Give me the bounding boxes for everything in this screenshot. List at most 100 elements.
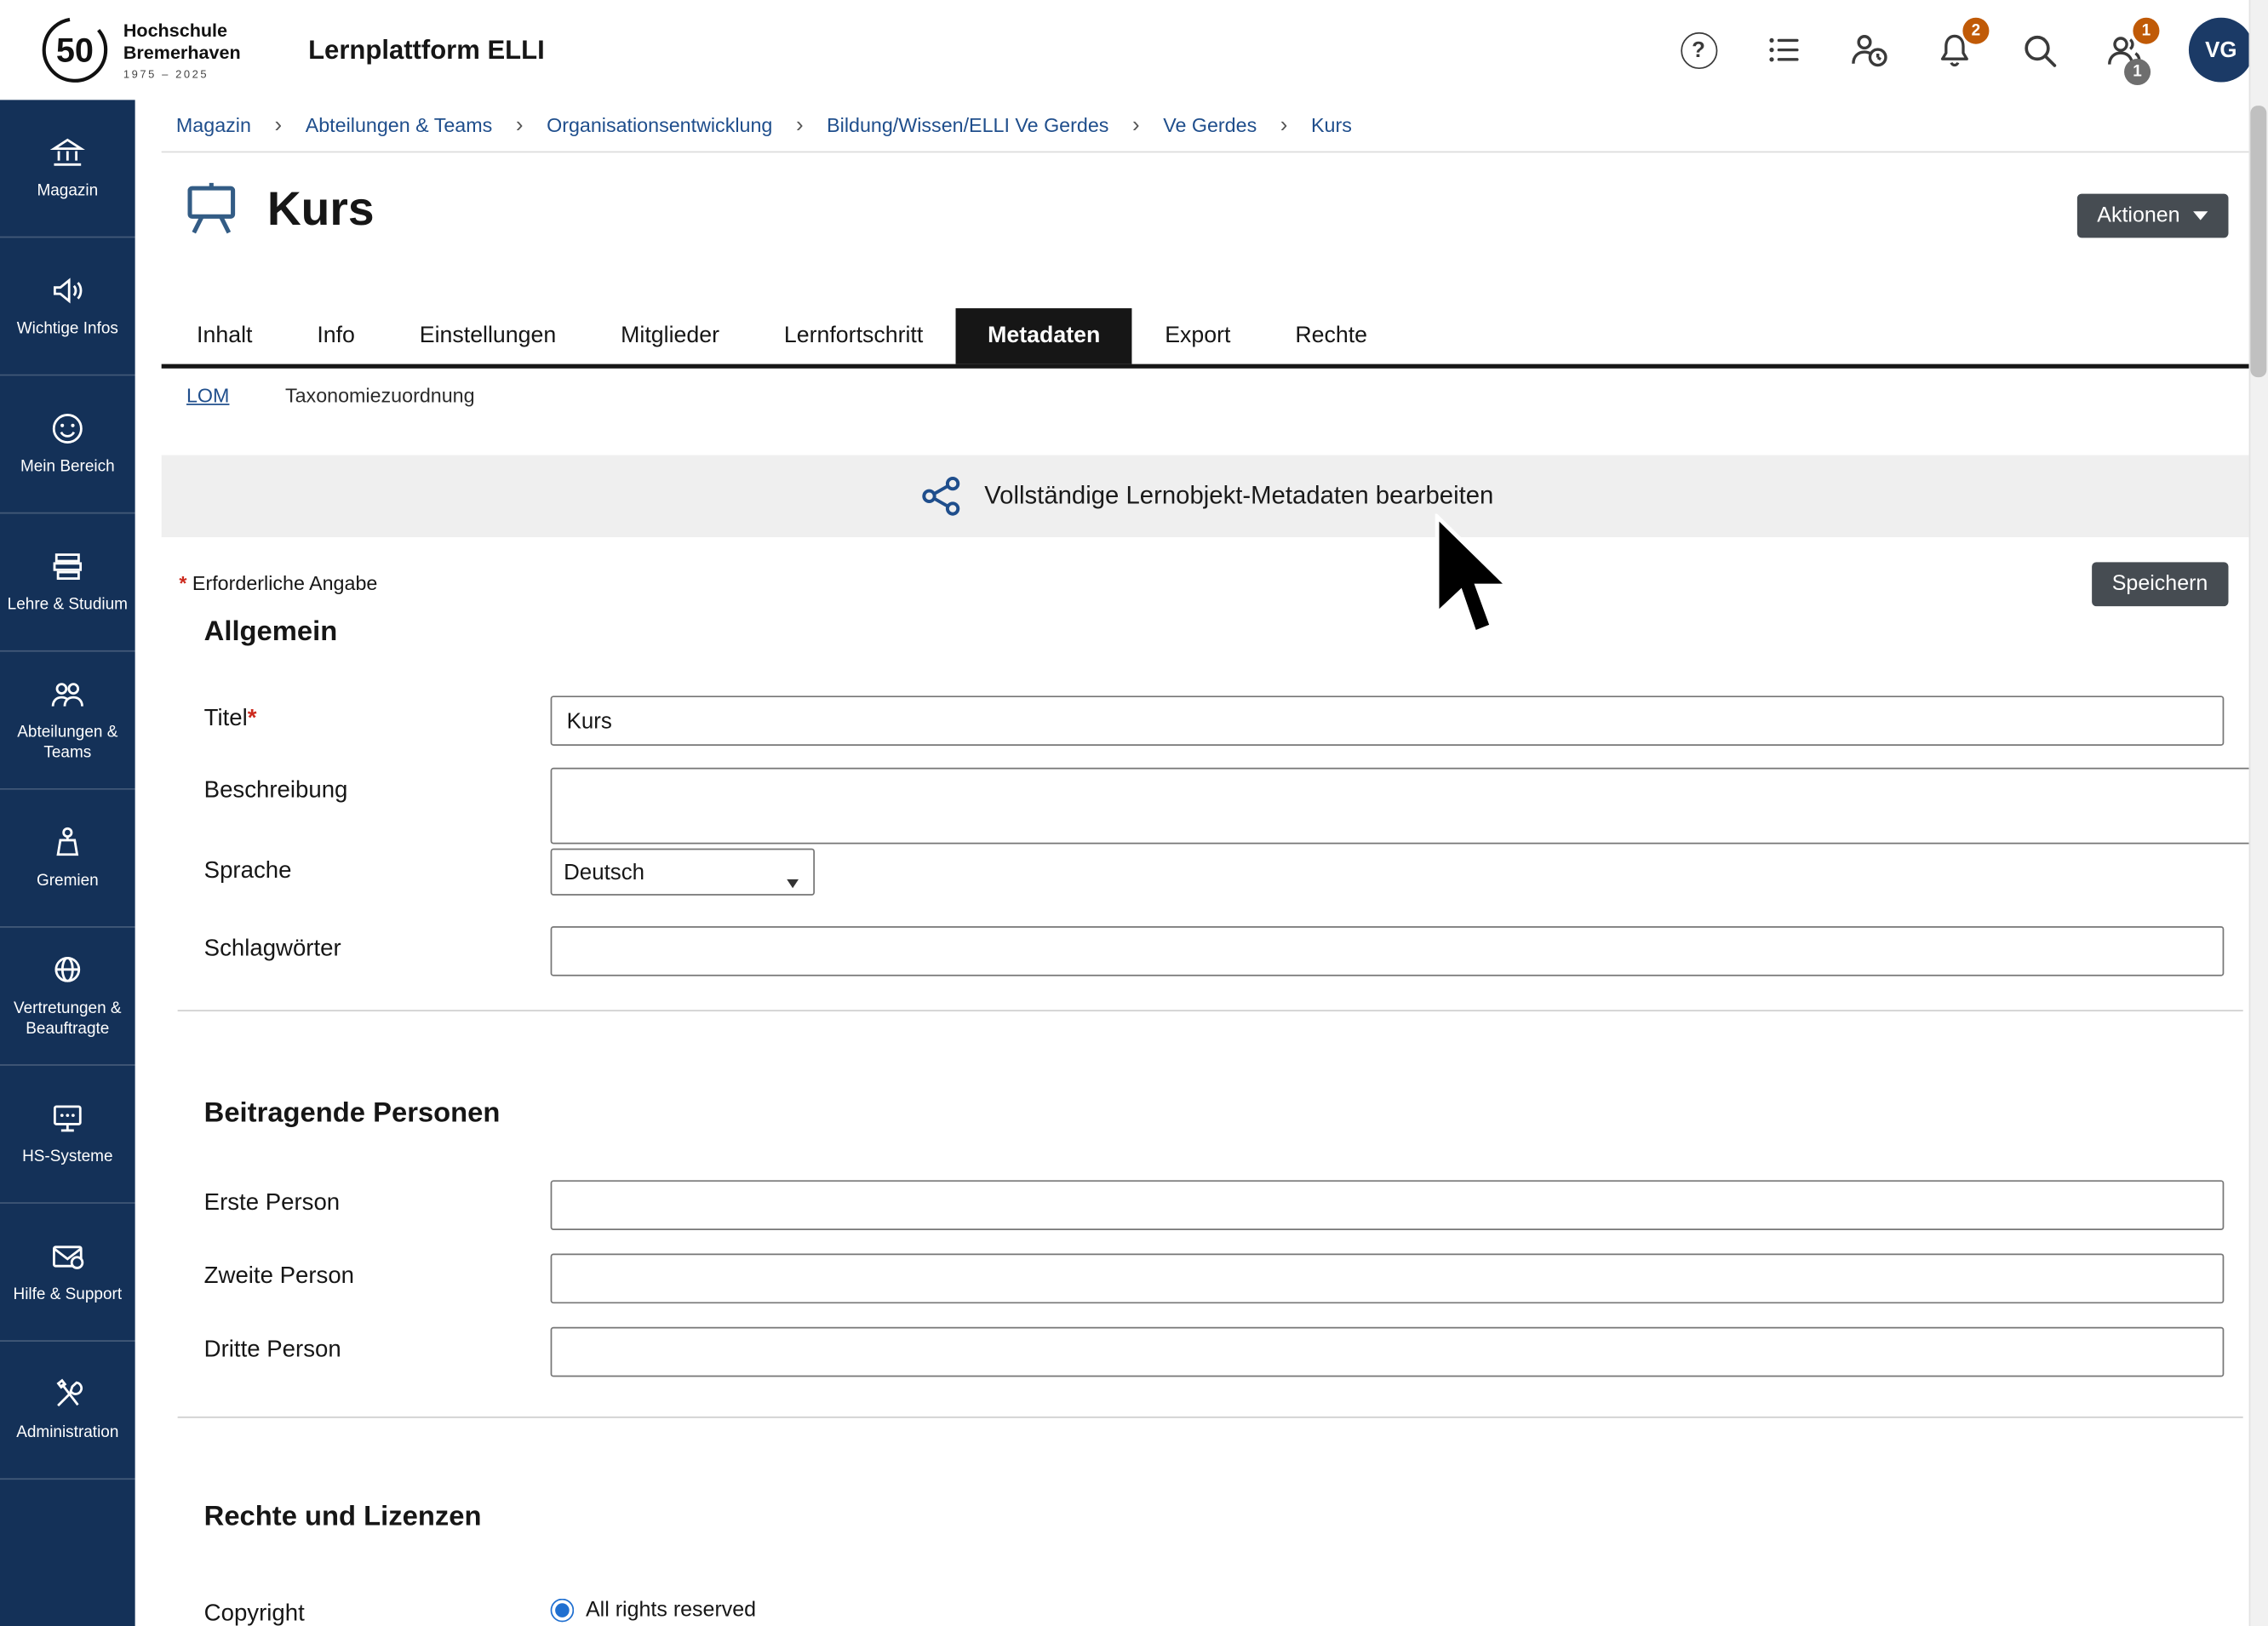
sidebar-item-hs-systeme[interactable]: HS-Systeme — [0, 1066, 135, 1204]
copyright-option: All rights reserved — [551, 1591, 2225, 1622]
sidebar-item-lehre-studium[interactable]: Lehre & Studium — [0, 514, 135, 652]
dritte-person-input[interactable] — [551, 1327, 2225, 1377]
tab-inhalt[interactable]: Inhalt — [164, 308, 284, 364]
lectern-icon — [49, 824, 87, 862]
required-note-text: Erforderliche Angabe — [192, 572, 377, 594]
people-group-icon — [49, 676, 87, 714]
breadcrumb: Magazin › Abteilungen & Teams › Organisa… — [162, 100, 2249, 152]
sidebar-item-gremien[interactable]: Gremien — [0, 790, 135, 928]
sidebar-label: Hilfe & Support — [9, 1286, 126, 1307]
tab-metadaten[interactable]: Metadaten — [955, 308, 1132, 364]
chevron-right-icon: › — [796, 113, 804, 138]
sidebar-label: Vertretungen & Beauftragte — [0, 1000, 135, 1040]
notifications-bell-icon[interactable]: 2 — [1933, 29, 1974, 70]
save-button[interactable]: Speichern — [2092, 562, 2229, 606]
chevron-right-icon: › — [1132, 113, 1140, 138]
sidebar-item-hilfe-support[interactable]: Hilfe & Support — [0, 1204, 135, 1342]
tab-rechte[interactable]: Rechte — [1263, 308, 1400, 364]
page-title: Kurs — [267, 181, 375, 236]
tab-mitglieder[interactable]: Mitglieder — [588, 308, 752, 364]
tab-lernfortschritt[interactable]: Lernfortschritt — [752, 308, 955, 364]
section-divider — [178, 1010, 2243, 1011]
beschreibung-label: Beschreibung — [204, 778, 348, 804]
scrollbar-track[interactable] — [2249, 0, 2268, 1626]
help-icon[interactable]: ? — [1678, 29, 1719, 70]
contacts-badge: 1 — [2133, 18, 2159, 44]
sidebar-label: Gremien — [32, 872, 103, 892]
subtab-lom[interactable]: LOM — [186, 385, 229, 407]
sidebar-label: HS-Systeme — [18, 1148, 117, 1169]
search-icon[interactable] — [2019, 29, 2059, 70]
chevron-down-icon — [2193, 211, 2208, 220]
top-bar: 50 Hochschule Bremerhaven 1975 – 2025 Le… — [0, 0, 2268, 100]
sidebar-item-magazin[interactable]: Magazin — [0, 100, 135, 238]
zweite-person-label: Zweite Person — [204, 1264, 354, 1291]
sidebar-item-vertretungen-beauftragte[interactable]: Vertretungen & Beauftragte — [0, 928, 135, 1066]
schlagwoerter-label: Schlagwörter — [204, 936, 341, 963]
form-row-beschreibung: Beschreibung — [204, 768, 2225, 851]
breadcrumb-item[interactable]: Ve Gerdes — [1163, 114, 1257, 136]
sidebar-label: Mein Bereich — [16, 458, 119, 478]
mail-help-icon — [49, 1238, 87, 1276]
logo-50-icon: 50 — [38, 14, 112, 85]
tab-info[interactable]: Info — [284, 308, 387, 364]
erste-person-input[interactable] — [551, 1180, 2225, 1230]
zweite-person-input[interactable] — [551, 1254, 2225, 1304]
sidebar-item-administration[interactable]: Administration — [0, 1342, 135, 1480]
dritte-person-label: Dritte Person — [204, 1337, 341, 1364]
main-content: Magazin › Abteilungen & Teams › Organisa… — [135, 100, 2249, 1626]
sidebar-item-mein-bereich[interactable]: Mein Bereich — [0, 375, 135, 513]
actions-button[interactable]: Aktionen — [2076, 194, 2228, 238]
sidebar-item-wichtige-infos[interactable]: Wichtige Infos — [0, 238, 135, 375]
section-heading-beitragende: Beitragende Personen — [204, 1098, 501, 1131]
megaphone-icon — [49, 272, 87, 310]
topbar-icons: ? — [1678, 0, 2254, 100]
actions-button-label: Aktionen — [2097, 204, 2179, 228]
section-heading-allgemein: Allgemein — [204, 616, 338, 649]
university-logo: 50 Hochschule Bremerhaven 1975 – 2025 — [38, 14, 241, 85]
scrollbar-thumb[interactable] — [2250, 106, 2266, 377]
breadcrumb-item[interactable]: Abteilungen & Teams — [306, 114, 493, 136]
erste-person-label: Erste Person — [204, 1190, 340, 1217]
todo-list-icon[interactable] — [1763, 29, 1804, 70]
breadcrumb-item[interactable]: Bildung/Wissen/ELLI Ve Gerdes — [827, 114, 1108, 136]
sidebar-label: Abteilungen & Teams — [0, 724, 135, 764]
titel-label: Titel* — [204, 706, 257, 732]
breadcrumb-item[interactable]: Organisationsentwicklung — [547, 114, 772, 136]
globe-icon — [49, 952, 87, 990]
metadata-share-icon — [917, 472, 964, 519]
breadcrumb-item[interactable]: Magazin — [176, 114, 251, 136]
required-marker: * — [248, 706, 257, 730]
save-button-label: Speichern — [2112, 572, 2208, 596]
building-icon — [49, 134, 87, 172]
sidebar-item-abteilungen-teams[interactable]: Abteilungen & Teams — [0, 652, 135, 790]
breadcrumb-item-current[interactable]: Kurs — [1311, 114, 1352, 136]
logo-text: Hochschule Bremerhaven 1975 – 2025 — [123, 20, 241, 80]
subtab-taxonomiezuordnung[interactable]: Taxonomiezuordnung — [285, 385, 475, 407]
titel-input[interactable] — [551, 696, 2225, 746]
tools-icon — [49, 1376, 87, 1414]
app-title: Lernplattform ELLI — [308, 0, 545, 100]
svg-text:50: 50 — [56, 31, 94, 69]
banner-label: Vollständige Lernobjekt-Metadaten bearbe… — [984, 482, 1493, 511]
user-pending-icon[interactable] — [1848, 29, 1889, 70]
tab-export[interactable]: Export — [1132, 308, 1263, 364]
titel-label-text: Titel — [204, 706, 248, 730]
contacts-icon[interactable]: 1 1 — [2104, 29, 2145, 70]
chevron-right-icon: › — [516, 113, 524, 138]
monitor-icon — [49, 1100, 87, 1138]
tab-einstellungen[interactable]: Einstellungen — [387, 308, 588, 364]
sprache-label: Sprache — [204, 859, 292, 885]
sprache-select[interactable]: Deutsch — [551, 849, 815, 896]
avatar[interactable]: VG — [2189, 18, 2254, 83]
subtab-bar: LOM Taxonomiezuordnung — [186, 385, 475, 407]
chevron-right-icon: › — [274, 113, 282, 138]
copyright-radio[interactable] — [551, 1599, 575, 1623]
sidebar-label: Administration — [12, 1424, 123, 1445]
beschreibung-textarea[interactable] — [551, 768, 2249, 844]
schlagwoerter-input[interactable] — [551, 926, 2225, 976]
tab-bar: Inhalt Info Einstellungen Mitglieder Ler… — [164, 308, 2249, 364]
chevron-right-icon: › — [1280, 113, 1288, 138]
edit-full-metadata-banner[interactable]: Vollständige Lernobjekt-Metadaten bearbe… — [162, 455, 2249, 538]
contacts-sub-badge: 1 — [2124, 59, 2151, 85]
